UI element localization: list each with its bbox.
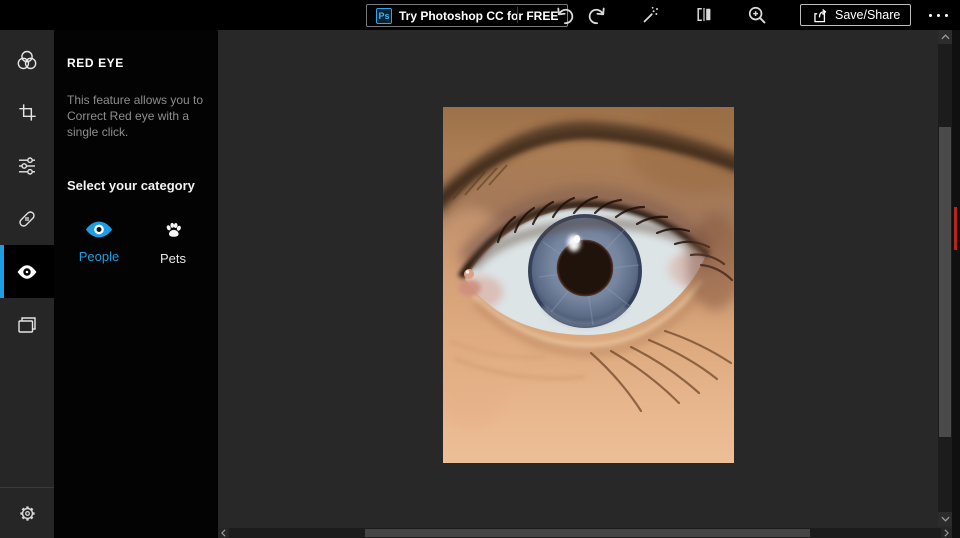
vertical-scrollbar[interactable]	[938, 30, 952, 526]
category-people-label: People	[78, 249, 120, 264]
more-ellipsis-icon	[944, 13, 948, 17]
eye-icon	[17, 264, 37, 279]
scroll-up-button[interactable]	[938, 30, 952, 44]
chevron-up-icon	[940, 34, 950, 40]
zoom-button[interactable]	[745, 3, 769, 27]
sidebar-item-borders[interactable]	[0, 298, 54, 351]
sidebar-item-settings[interactable]	[0, 487, 54, 538]
compare-before-after-button[interactable]	[692, 3, 716, 27]
chevron-left-icon	[221, 529, 226, 537]
zoom-icon	[748, 6, 765, 23]
sliders-icon	[19, 156, 35, 175]
color-circles-icon	[17, 50, 37, 69]
editor-canvas	[218, 30, 960, 538]
auto-enhance-button[interactable]	[639, 3, 663, 27]
more-ellipsis-icon	[928, 13, 932, 17]
red-eye-panel: RED EYE This feature allows you to Corre…	[54, 30, 218, 538]
eye-icon	[85, 221, 113, 238]
frames-icon	[18, 316, 36, 333]
chevron-down-icon	[940, 516, 950, 522]
scroll-red-marker	[954, 207, 957, 250]
category-pets-label: Pets	[159, 251, 186, 266]
try-photoshop-label: Try Photoshop CC for FREE	[399, 8, 559, 23]
toolbar-divider	[517, 7, 518, 23]
photo-eye-closeup[interactable]	[443, 107, 734, 463]
try-photoshop-button[interactable]: Ps Try Photoshop CC for FREE	[366, 4, 569, 27]
top-toolbar: Ps Try Photoshop CC for FREE Save/Share	[0, 0, 960, 30]
photoshop-express-editor: Ps Try Photoshop CC for FREE Save/Share …	[0, 0, 960, 538]
redo-button[interactable]	[585, 3, 609, 27]
sidebar-item-looks[interactable]	[0, 33, 54, 86]
horizontal-scrollbar-thumb[interactable]	[365, 529, 810, 537]
auto-enhance-wand-icon	[643, 6, 658, 23]
sidebar-item-adjustments[interactable]	[0, 139, 54, 192]
horizontal-scrollbar[interactable]	[218, 528, 952, 538]
right-edge-strip	[952, 30, 960, 538]
undo-button[interactable]	[552, 3, 576, 27]
panel-title: RED EYE	[67, 56, 124, 70]
category-heading: Select your category	[67, 178, 195, 193]
category-people[interactable]: People	[73, 219, 125, 266]
scroll-down-button[interactable]	[938, 512, 952, 526]
tool-sidebar	[0, 30, 54, 538]
bandaid-icon	[19, 210, 35, 227]
share-icon	[814, 8, 827, 22]
panel-description: This feature allows you to Correct Red e…	[67, 93, 204, 139]
save-share-button[interactable]: Save/Share	[800, 4, 912, 26]
vertical-scrollbar-thumb[interactable]	[939, 127, 951, 437]
scroll-left-button[interactable]	[218, 528, 229, 538]
chevron-right-icon	[944, 529, 949, 537]
undo-icon	[556, 7, 573, 24]
category-pets[interactable]: Pets	[147, 219, 199, 266]
compare-icon	[697, 8, 711, 21]
more-options-button[interactable]	[922, 3, 954, 27]
photoshop-logo-icon: Ps	[376, 7, 392, 24]
sidebar-item-heal[interactable]	[0, 192, 54, 245]
crop-icon	[18, 104, 36, 121]
paw-icon	[166, 222, 181, 237]
sidebar-item-crop[interactable]	[0, 86, 54, 139]
eye-photo-image	[443, 107, 734, 463]
gear-icon	[19, 505, 35, 521]
save-share-label: Save/Share	[835, 8, 901, 22]
sidebar-item-red-eye[interactable]	[0, 245, 54, 298]
scroll-right-button[interactable]	[941, 528, 952, 538]
more-ellipsis-icon	[936, 13, 940, 17]
redo-icon	[588, 7, 605, 24]
category-options: People Pets	[67, 219, 206, 266]
